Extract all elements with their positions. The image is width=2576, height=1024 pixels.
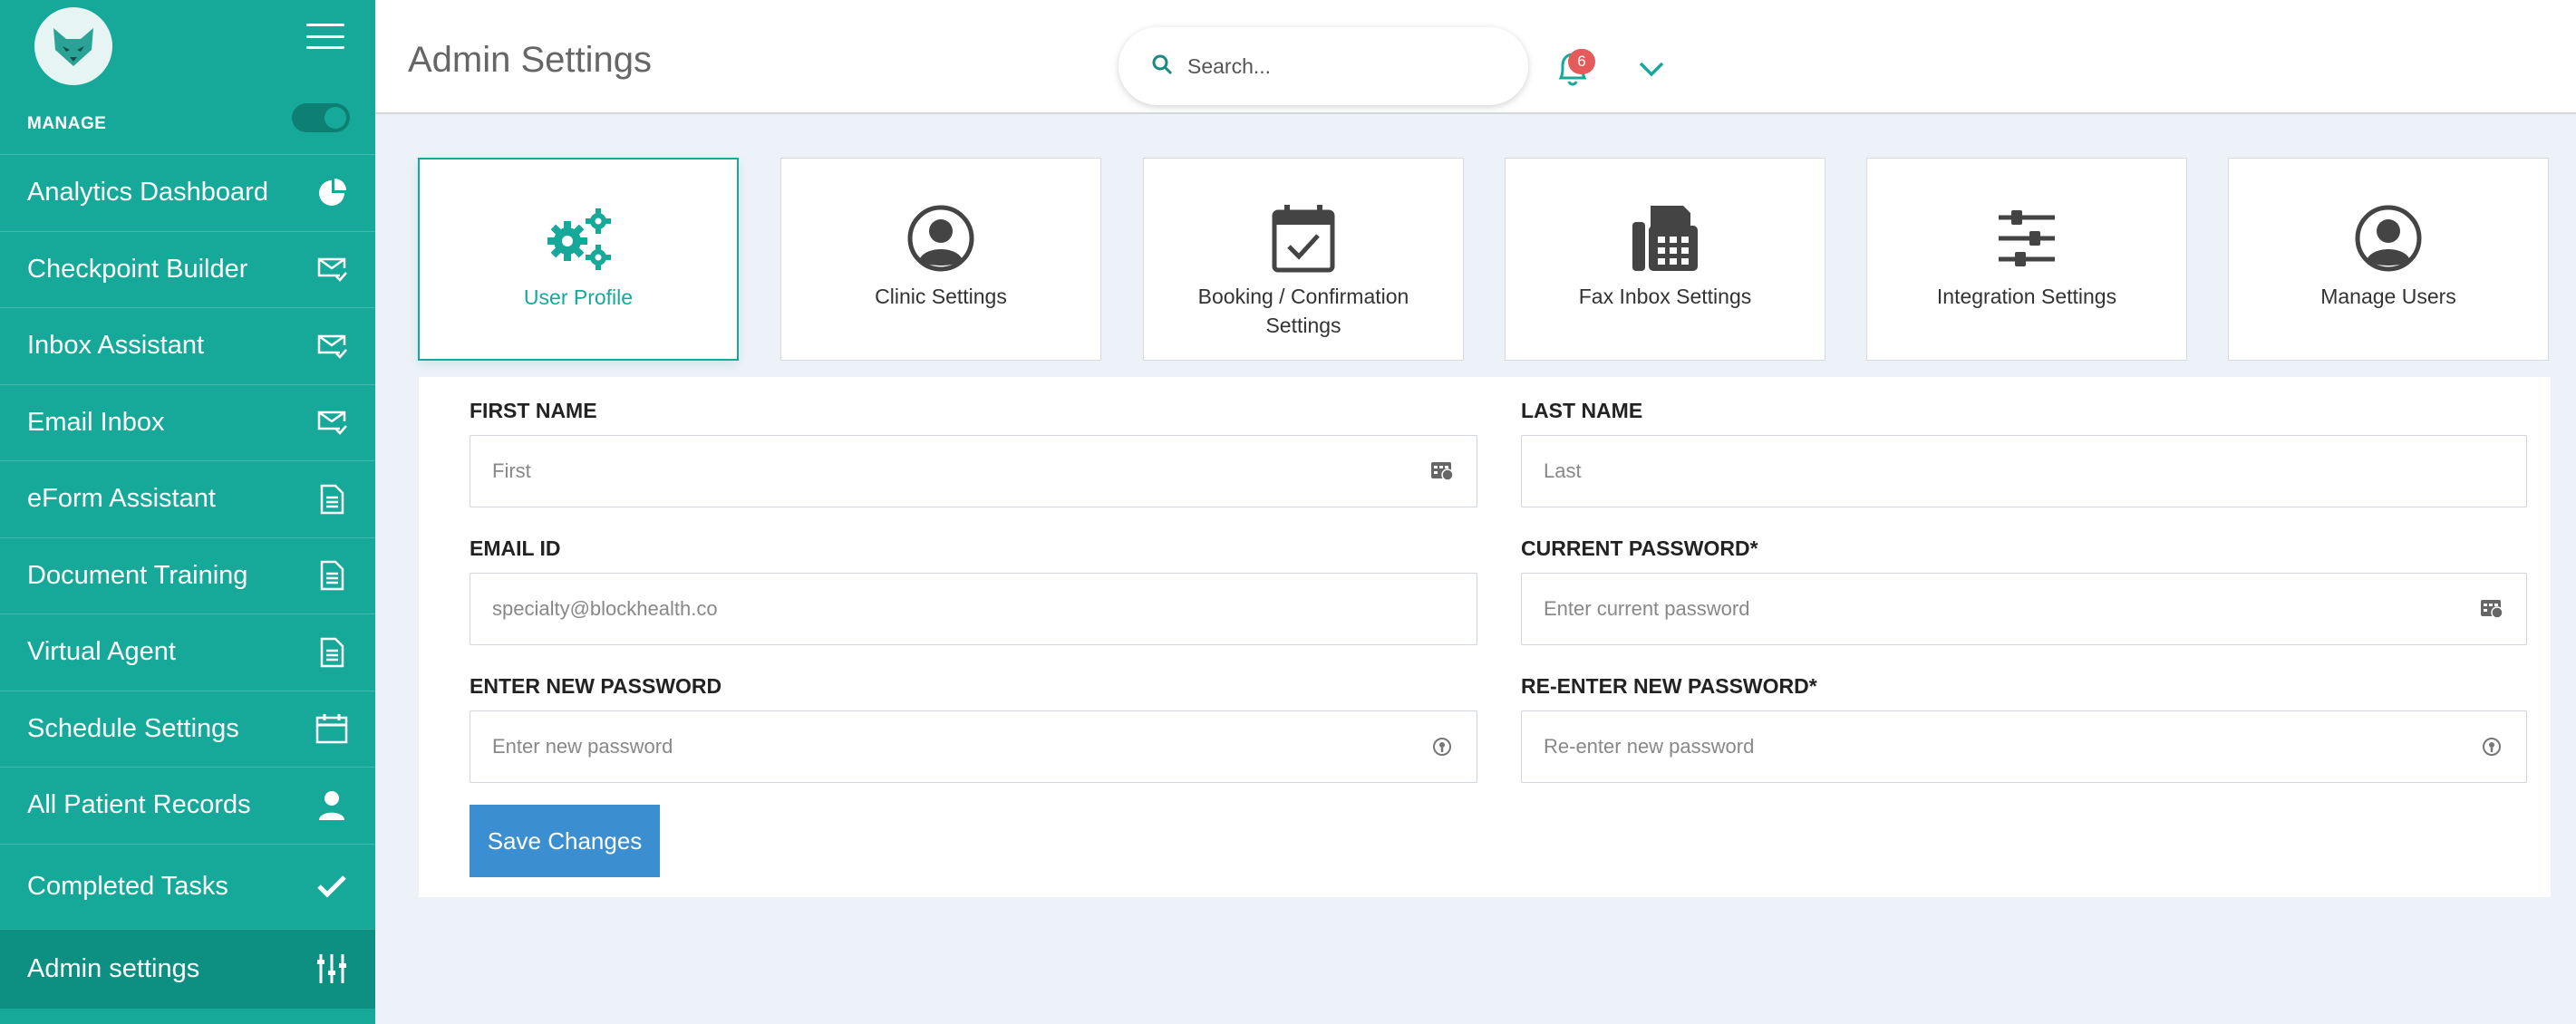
user-profile-form: FIRST NAME LAST NAME EMAIL ID CURRENT PA… [419,377,2551,897]
first-name-label: FIRST NAME [470,399,597,422]
sidebar-item-label: Email Inbox [27,407,165,437]
last-name-label: LAST NAME [1521,399,1643,422]
card-label: Integration Settings [1936,285,2117,308]
last-name-input[interactable] [1544,459,2504,483]
new-password-label: ENTER NEW PASSWORD [470,674,722,698]
sidebar-item-label: Admin settings [27,953,200,983]
card-booking-confirmation-settings[interactable]: Booking / Confirmation Settings [1143,158,1464,361]
current-password-input[interactable] [1544,597,2479,621]
card-label: Booking / Confirmation Settings [1197,285,1409,337]
email-label: EMAIL ID [470,536,561,560]
reenter-password-input[interactable] [1544,735,2479,758]
sidebar-item-inbox-assistant[interactable]: Inbox Assistant [0,307,375,384]
top-header: Admin Settings 6 [375,0,2576,114]
notification-badge: 6 [1568,49,1595,74]
card-clinic-settings[interactable]: Clinic Settings [780,158,1101,361]
sidebar-nav: Analytics Dashboard Checkpoint Builder I… [0,154,375,1009]
user-circle-icon [905,202,977,275]
card-manage-users[interactable]: Manage Users [2228,158,2549,361]
sidebar-item-label: All Patient Records [27,790,251,820]
sidebar-item-checkpoint-builder[interactable]: Checkpoint Builder [0,230,375,308]
sidebar-item-label: eForm Assistant [27,484,216,514]
autofill-icon[interactable] [2479,596,2504,622]
sidebar-item-label: Completed Tasks [27,871,228,901]
last-name-field[interactable] [1521,435,2527,507]
page-title: Admin Settings [408,40,653,80]
email-input[interactable] [492,597,1455,621]
document-icon [315,483,348,516]
email-field[interactable] [470,573,1477,645]
gears-icon [542,203,615,275]
sidebar-item-schedule-settings[interactable]: Schedule Settings [0,690,375,768]
search-box[interactable] [1119,27,1528,105]
card-fax-inbox-settings[interactable]: Fax Inbox Settings [1505,158,1825,361]
password-key-icon[interactable] [1429,734,1455,759]
sidebar-item-email-inbox[interactable]: Email Inbox [0,383,375,461]
card-integration-settings[interactable]: Integration Settings [1866,158,2187,361]
logo-icon[interactable] [34,7,112,85]
sidebar-item-all-patient-records[interactable]: All Patient Records [0,767,375,844]
new-password-input[interactable] [492,735,1429,758]
card-label: User Profile [523,285,634,309]
reenter-password-label: RE-ENTER NEW PASSWORD* [1521,674,1817,698]
sidebar-item-admin-settings[interactable]: Admin settings [0,928,375,1009]
current-password-label: CURRENT PASSWORD* [1521,536,1758,560]
chevron-down-icon[interactable] [1635,53,1668,85]
sidebar-item-eform-assistant[interactable]: eForm Assistant [0,460,375,537]
sidebar-item-analytics-dashboard[interactable]: Analytics Dashboard [0,154,375,231]
card-user-profile[interactable]: User Profile [418,158,739,361]
document-icon [315,559,348,592]
save-changes-button[interactable]: Save Changes [470,805,660,877]
card-label: Clinic Settings [875,285,1007,308]
current-password-field[interactable] [1521,573,2527,645]
manage-label: MANAGE [27,114,107,133]
new-password-field[interactable] [470,710,1477,783]
calendar-icon [315,712,348,745]
sidebar-item-label: Schedule Settings [27,713,239,743]
sidebar-item-label: Analytics Dashboard [27,178,268,208]
user-icon [315,789,348,822]
pie-chart-icon [315,177,348,209]
sidebar-item-label: Checkpoint Builder [27,254,248,284]
document-icon [315,636,348,669]
user-circle-icon [2352,202,2425,275]
sidebar-item-completed-tasks[interactable]: Completed Tasks [0,843,375,929]
mail-check-icon [315,253,348,285]
calendar-check-icon [1267,202,1340,275]
hamburger-menu-icon[interactable] [306,24,344,49]
sidebar-item-virtual-agent[interactable]: Virtual Agent [0,613,375,691]
first-name-field[interactable] [470,435,1477,507]
password-key-icon[interactable] [2479,734,2504,759]
sliders-icon [315,952,348,985]
first-name-input[interactable] [492,459,1429,483]
reenter-password-field[interactable] [1521,710,2527,783]
card-label: Fax Inbox Settings [1578,285,1752,308]
sidebar-item-document-training[interactable]: Document Training [0,536,375,614]
autofill-icon[interactable] [1429,459,1455,484]
mail-check-icon [315,330,348,362]
sidebar: MANAGE Analytics Dashboard Checkpoint Bu… [0,0,375,1024]
checkmark-icon [315,870,348,903]
search-input[interactable] [1187,53,1487,79]
manage-toggle[interactable] [292,103,350,132]
search-icon [1151,53,1173,80]
sidebar-item-label: Document Training [27,560,248,590]
card-label: Manage Users [2320,285,2456,308]
mail-check-icon [315,406,348,439]
fax-icon [1629,202,1701,275]
sidebar-item-label: Virtual Agent [27,637,176,667]
sliders-icon [1990,202,2063,275]
sidebar-item-label: Inbox Assistant [27,331,205,361]
